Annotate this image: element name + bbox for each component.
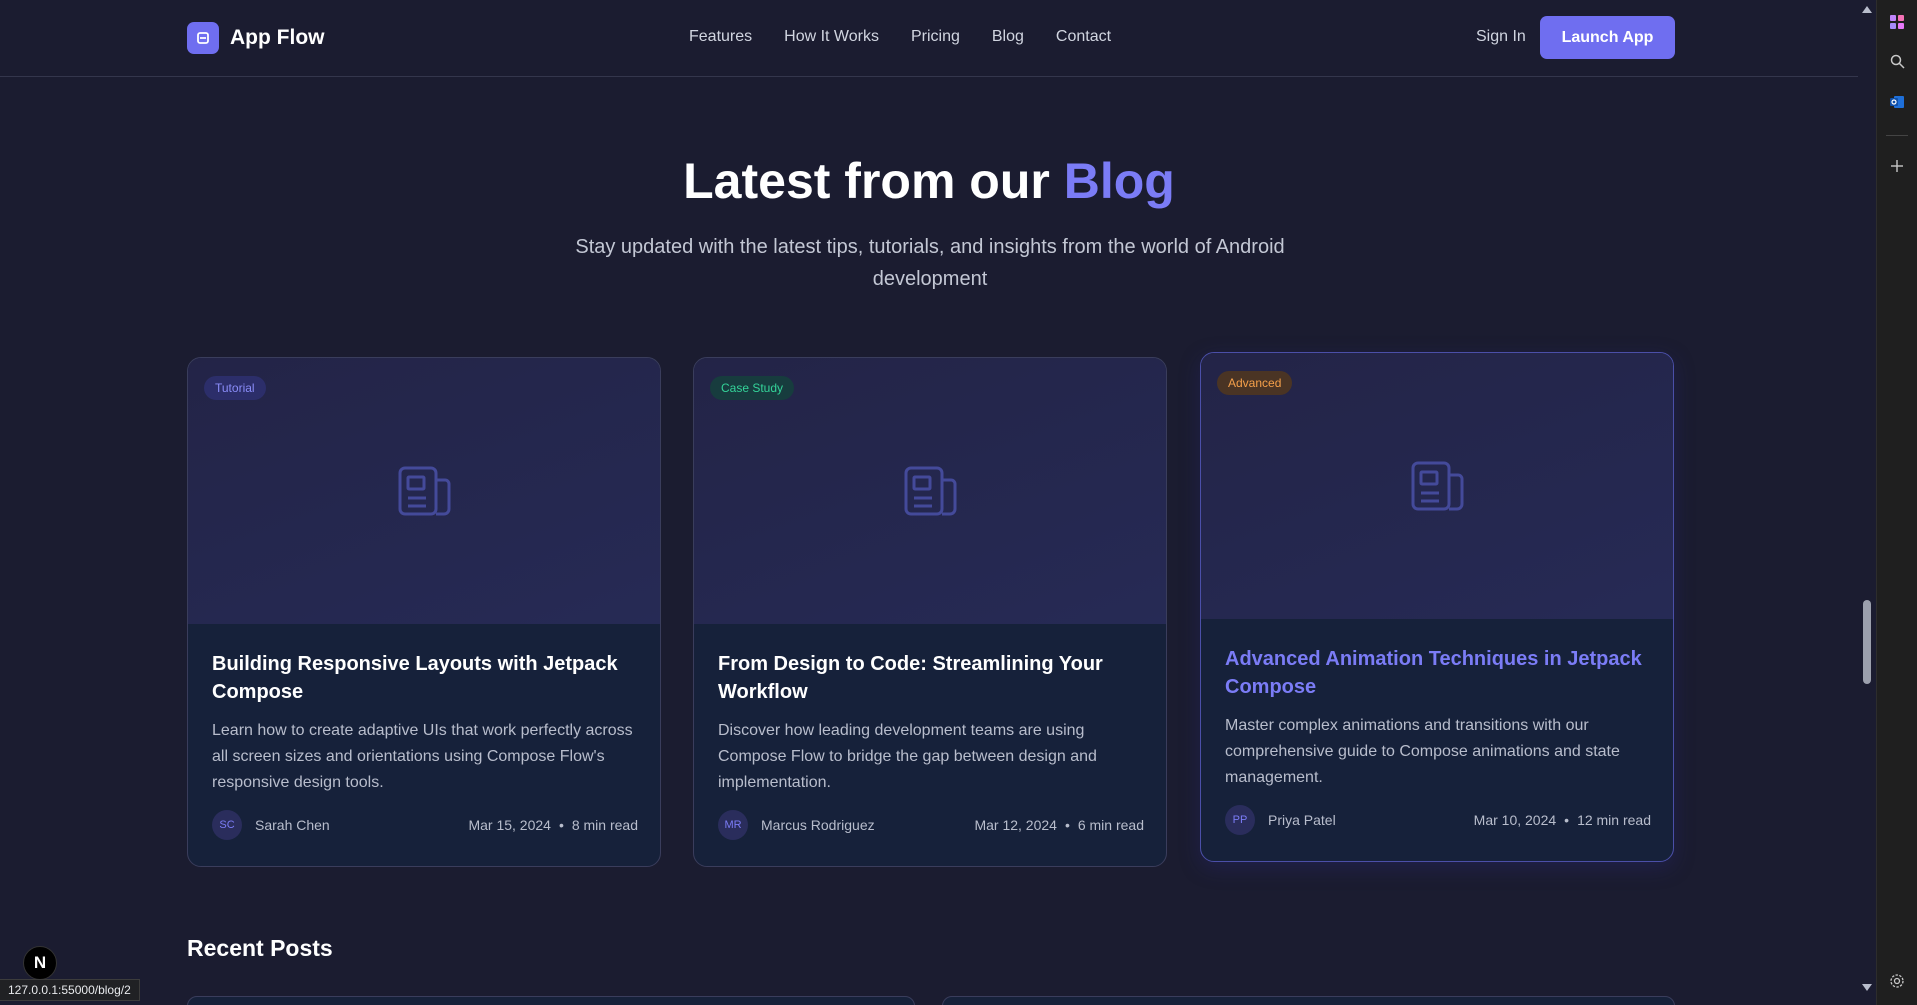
recent-posts-heading: Recent Posts (187, 935, 333, 961)
post-description: Master complex animations and transition… (1225, 717, 1620, 786)
post-description: Learn how to create adaptive UIs that wo… (212, 722, 633, 791)
post-date-readtime: Mar 10, 2024 • 12 min read (1474, 812, 1651, 828)
sign-in-link[interactable]: Sign In (1476, 28, 1526, 46)
read-time: 6 min read (1077, 817, 1144, 833)
page: App Flow Features How It Works Pricing B… (0, 0, 1858, 1005)
avatar: MR (718, 810, 748, 840)
nav-how-it-works[interactable]: How It Works (784, 28, 879, 46)
status-bar-url: 127.0.0.1:55000/blog/2 (0, 979, 140, 1001)
post-title[interactable]: Building Responsive Layouts with Jetpack… (212, 650, 632, 706)
post-meta: SC Sarah Chen Mar 15, 2024 • 8 min read (212, 810, 638, 840)
meta-separator: • (1564, 812, 1570, 828)
title-prefix: Latest from our (683, 153, 1050, 209)
recent-post-card[interactable] (187, 996, 915, 1005)
nav-pricing[interactable]: Pricing (911, 28, 960, 46)
meta-separator: • (1064, 817, 1070, 833)
newspaper-icon (1411, 461, 1464, 511)
page-subtitle: Stay updated with the latest tips, tutor… (575, 236, 1285, 290)
rail-divider (1886, 135, 1908, 136)
author-name: Sarah Chen (255, 817, 330, 833)
post-description: Discover how leading development teams a… (718, 722, 1097, 791)
blog-card[interactable]: Case Study From Design to Code: Streamli… (693, 357, 1167, 867)
author-name: Priya Patel (1268, 812, 1336, 828)
recent-post-card[interactable] (942, 996, 1675, 1005)
nav-contact[interactable]: Contact (1056, 28, 1111, 46)
category-badge: Advanced (1217, 371, 1293, 395)
read-time: 12 min read (1577, 812, 1651, 828)
post-date: Mar 10, 2024 (1473, 812, 1557, 828)
settings-gear-icon[interactable] (1888, 972, 1906, 990)
search-icon[interactable] (1888, 52, 1906, 70)
post-date-readtime: Mar 15, 2024 • 8 min read (468, 817, 638, 833)
brand-link[interactable]: App Flow (187, 22, 324, 54)
author-name: Marcus Rodriguez (761, 817, 875, 833)
nextjs-dev-indicator-button[interactable]: N (23, 946, 57, 980)
post-title[interactable]: From Design to Code: Streamlining Your W… (718, 650, 1138, 706)
outlook-icon[interactable] (1888, 93, 1906, 111)
launch-app-button[interactable]: Launch App (1540, 16, 1675, 59)
browser-sidebar (1876, 0, 1917, 1005)
card-image: Tutorial (188, 358, 660, 624)
nav-blog[interactable]: Blog (992, 28, 1024, 46)
card-image: Advanced (1201, 353, 1673, 619)
page-title: Latest from our Blog (0, 152, 1858, 210)
avatar: PP (1225, 805, 1255, 835)
category-badge: Tutorial (204, 376, 266, 400)
meta-separator: • (558, 817, 564, 833)
post-date: Mar 15, 2024 (468, 817, 551, 833)
post-meta: MR Marcus Rodriguez Mar 12, 2024 • 6 min r… (718, 810, 1144, 840)
read-time: 8 min read (571, 817, 638, 833)
post-title[interactable]: Advanced Animation Techniques in Jetpack… (1225, 645, 1645, 701)
brand-name: App Flow (230, 26, 325, 49)
scrollbar-thumb[interactable] (1863, 600, 1871, 684)
copilot-icon[interactable] (1888, 13, 1906, 31)
main-nav: Features How It Works Pricing Blog Conta… (689, 28, 1143, 46)
blog-card[interactable]: Advanced Advanced Animation Techniques i… (1200, 352, 1674, 862)
post-date-readtime: Mar 12, 2024 • 6 min read (974, 817, 1144, 833)
app-logo-icon (187, 22, 219, 54)
post-meta: PP Priya Patel Mar 10, 2024 • 12 min read (1225, 805, 1651, 835)
title-accent: Blog (1063, 153, 1175, 209)
newspaper-icon (398, 466, 451, 516)
category-badge: Case Study (710, 376, 795, 400)
nav-features[interactable]: Features (689, 28, 752, 46)
add-icon[interactable] (1888, 157, 1906, 175)
avatar: SC (212, 810, 242, 840)
card-image: Case Study (694, 358, 1166, 624)
blog-card[interactable]: Tutorial Building Responsive Layouts wit… (187, 357, 661, 867)
post-date: Mar 12, 2024 (974, 817, 1057, 833)
scroll-down-arrow-icon[interactable] (1862, 984, 1872, 991)
site-header: App Flow Features How It Works Pricing B… (0, 0, 1858, 77)
scroll-up-arrow-icon[interactable] (1862, 6, 1872, 13)
newspaper-icon (904, 466, 957, 516)
page-scrollbar[interactable] (1858, 0, 1876, 1005)
